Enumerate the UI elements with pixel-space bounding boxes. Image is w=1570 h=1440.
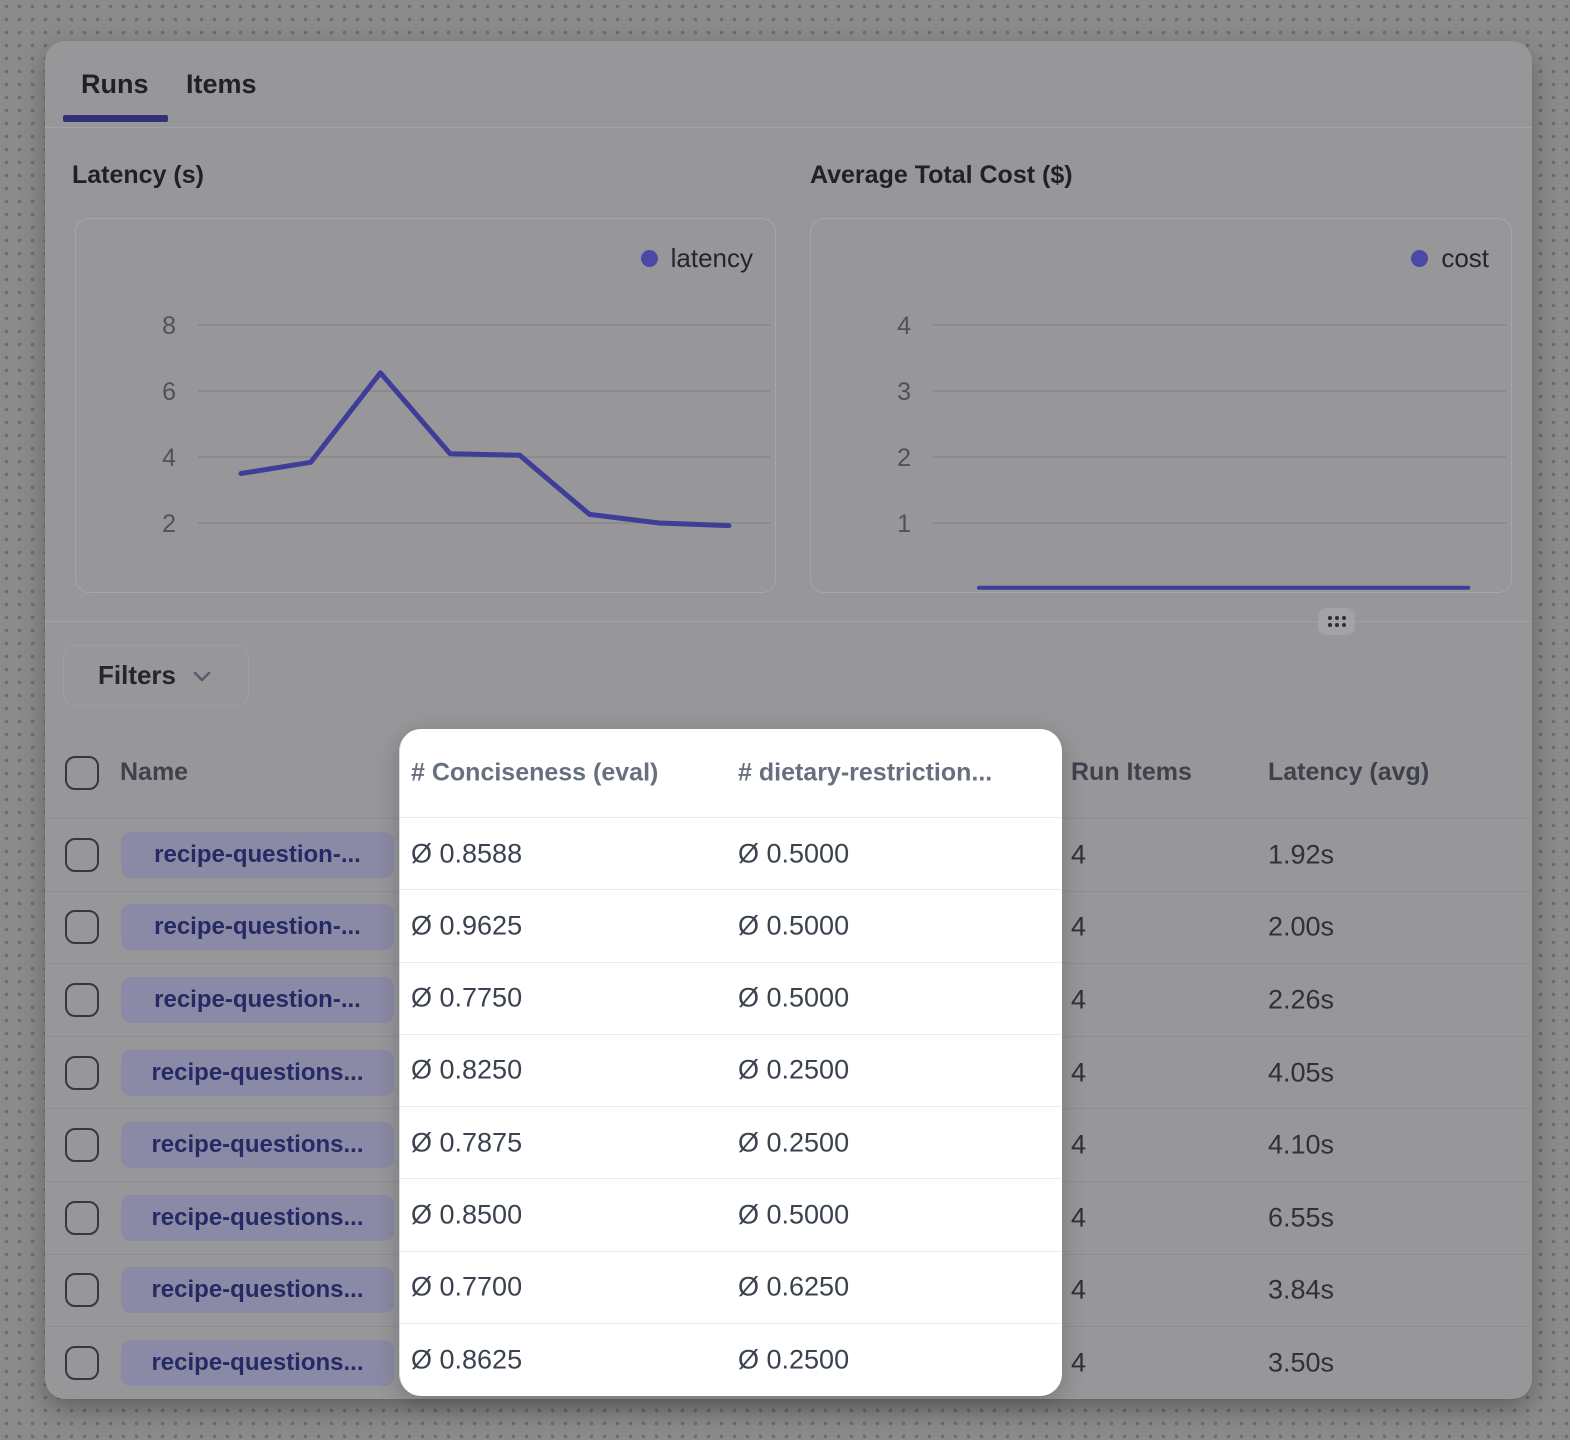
row-checkbox[interactable]	[65, 983, 99, 1017]
run-items-cell: 4	[1071, 839, 1086, 870]
run-name-badge[interactable]: recipe-question-...	[121, 832, 394, 878]
dietary-score-cell: Ø 0.5000	[738, 983, 849, 1014]
conciseness-score-cell: Ø 0.8588	[411, 838, 522, 869]
run-items-cell: 4	[1071, 912, 1086, 943]
row-checkbox[interactable]	[65, 1346, 99, 1380]
grip-dots-icon	[1328, 616, 1346, 627]
column-header-latency-avg[interactable]: Latency (avg)	[1268, 727, 1429, 818]
filters-button[interactable]: Filters	[63, 645, 249, 706]
latency-chart-title: Latency (s)	[72, 161, 204, 190]
spotlight-row: Ø 0.7700 Ø 0.6250	[400, 1252, 1062, 1324]
row-checkbox[interactable]	[65, 1201, 99, 1235]
run-items-cell: 4	[1071, 1348, 1086, 1379]
latency-legend-dot-icon	[641, 250, 658, 267]
conciseness-score-cell: Ø 0.7750	[411, 983, 522, 1014]
charts-section-divider	[45, 621, 1532, 622]
dietary-score-cell: Ø 0.5000	[738, 1199, 849, 1230]
run-name-badge[interactable]: recipe-questions...	[121, 1122, 394, 1168]
svg-text:2: 2	[897, 444, 911, 472]
cost-legend-dot-icon	[1411, 250, 1428, 267]
column-header-dietary-restriction[interactable]: # dietary-restriction...	[738, 759, 992, 788]
dietary-score-cell: Ø 0.6250	[738, 1272, 849, 1303]
spotlight-header: # Conciseness (eval) # dietary-restricti…	[400, 729, 1062, 818]
spotlight-row: Ø 0.7750 Ø 0.5000	[400, 963, 1062, 1035]
run-items-cell: 4	[1071, 984, 1086, 1015]
spotlight-row: Ø 0.9625 Ø 0.5000	[400, 890, 1062, 962]
run-items-cell: 4	[1071, 1202, 1086, 1233]
spotlight-body: Ø 0.8588 Ø 0.5000 Ø 0.9625 Ø 0.5000 Ø 0.…	[400, 818, 1062, 1396]
dietary-score-cell: Ø 0.2500	[738, 1127, 849, 1158]
run-name-badge[interactable]: recipe-questions...	[121, 1340, 394, 1386]
dietary-score-cell: Ø 0.5000	[738, 838, 849, 869]
spotlight-row: Ø 0.8500 Ø 0.5000	[400, 1179, 1062, 1251]
run-name-badge[interactable]: recipe-question-...	[121, 904, 394, 950]
run-items-cell: 4	[1071, 1057, 1086, 1088]
latency-avg-cell: 6.55s	[1268, 1202, 1334, 1233]
row-checkbox[interactable]	[65, 1273, 99, 1307]
dietary-score-cell: Ø 0.2500	[738, 1344, 849, 1375]
tab-runs[interactable]: Runs	[81, 69, 149, 100]
latency-chart: 8 6 4 2 latency	[75, 218, 776, 593]
resize-drag-handle[interactable]	[1318, 608, 1355, 635]
svg-text:2: 2	[162, 510, 176, 538]
run-name-badge[interactable]: recipe-question-...	[121, 977, 394, 1023]
latency-legend-label: latency	[671, 243, 753, 274]
row-checkbox[interactable]	[65, 1128, 99, 1162]
tabs-divider	[45, 127, 1532, 128]
cost-legend-label: cost	[1441, 243, 1489, 274]
cost-chart: 4 3 2 1 cost	[810, 218, 1512, 593]
svg-text:4: 4	[897, 312, 911, 340]
run-items-cell: 4	[1071, 1275, 1086, 1306]
cost-line-chart: 4 3 2 1	[811, 219, 1511, 592]
svg-text:6: 6	[162, 378, 176, 406]
spotlight-row: Ø 0.8625 Ø 0.2500	[400, 1324, 1062, 1396]
column-header-conciseness[interactable]: # Conciseness (eval)	[411, 759, 658, 788]
row-checkbox[interactable]	[65, 838, 99, 872]
conciseness-score-cell: Ø 0.8500	[411, 1199, 522, 1230]
row-checkbox[interactable]	[65, 1056, 99, 1090]
column-header-name[interactable]: Name	[120, 727, 188, 818]
latency-avg-cell: 2.26s	[1268, 984, 1334, 1015]
latency-avg-cell: 4.05s	[1268, 1057, 1334, 1088]
svg-text:1: 1	[897, 510, 911, 538]
spotlight-row: Ø 0.7875 Ø 0.2500	[400, 1107, 1062, 1179]
svg-text:3: 3	[897, 378, 911, 406]
run-items-cell: 4	[1071, 1130, 1086, 1161]
filters-button-label: Filters	[98, 660, 176, 691]
latency-avg-cell: 3.84s	[1268, 1275, 1334, 1306]
svg-text:8: 8	[162, 312, 176, 340]
active-tab-indicator	[63, 115, 168, 122]
highlighted-score-columns: # Conciseness (eval) # dietary-restricti…	[399, 729, 1062, 1396]
latency-avg-cell: 2.00s	[1268, 912, 1334, 943]
dietary-score-cell: Ø 0.2500	[738, 1055, 849, 1086]
tab-items[interactable]: Items	[186, 69, 257, 100]
conciseness-score-cell: Ø 0.7875	[411, 1127, 522, 1158]
latency-avg-cell: 4.10s	[1268, 1130, 1334, 1161]
svg-text:4: 4	[162, 444, 176, 472]
dietary-score-cell: Ø 0.5000	[738, 910, 849, 941]
spotlight-row: Ø 0.8250 Ø 0.2500	[400, 1035, 1062, 1107]
latency-avg-cell: 3.50s	[1268, 1348, 1334, 1379]
latency-avg-cell: 1.92s	[1268, 839, 1334, 870]
latency-legend[interactable]: latency	[641, 243, 753, 274]
chevron-down-icon	[190, 664, 214, 688]
conciseness-score-cell: Ø 0.8250	[411, 1055, 522, 1086]
cost-legend[interactable]: cost	[1411, 243, 1489, 274]
spotlight-row: Ø 0.8588 Ø 0.5000	[400, 818, 1062, 890]
row-checkbox[interactable]	[65, 910, 99, 944]
latency-line-chart: 8 6 4 2	[76, 219, 775, 592]
run-name-badge[interactable]: recipe-questions...	[121, 1050, 394, 1096]
cost-chart-title: Average Total Cost ($)	[810, 161, 1073, 190]
conciseness-score-cell: Ø 0.7700	[411, 1272, 522, 1303]
select-all-checkbox[interactable]	[65, 756, 99, 790]
conciseness-score-cell: Ø 0.8625	[411, 1344, 522, 1375]
run-name-badge[interactable]: recipe-questions...	[121, 1195, 394, 1241]
conciseness-score-cell: Ø 0.9625	[411, 910, 522, 941]
run-name-badge[interactable]: recipe-questions...	[121, 1267, 394, 1313]
column-header-run-items[interactable]: Run Items	[1071, 727, 1192, 818]
